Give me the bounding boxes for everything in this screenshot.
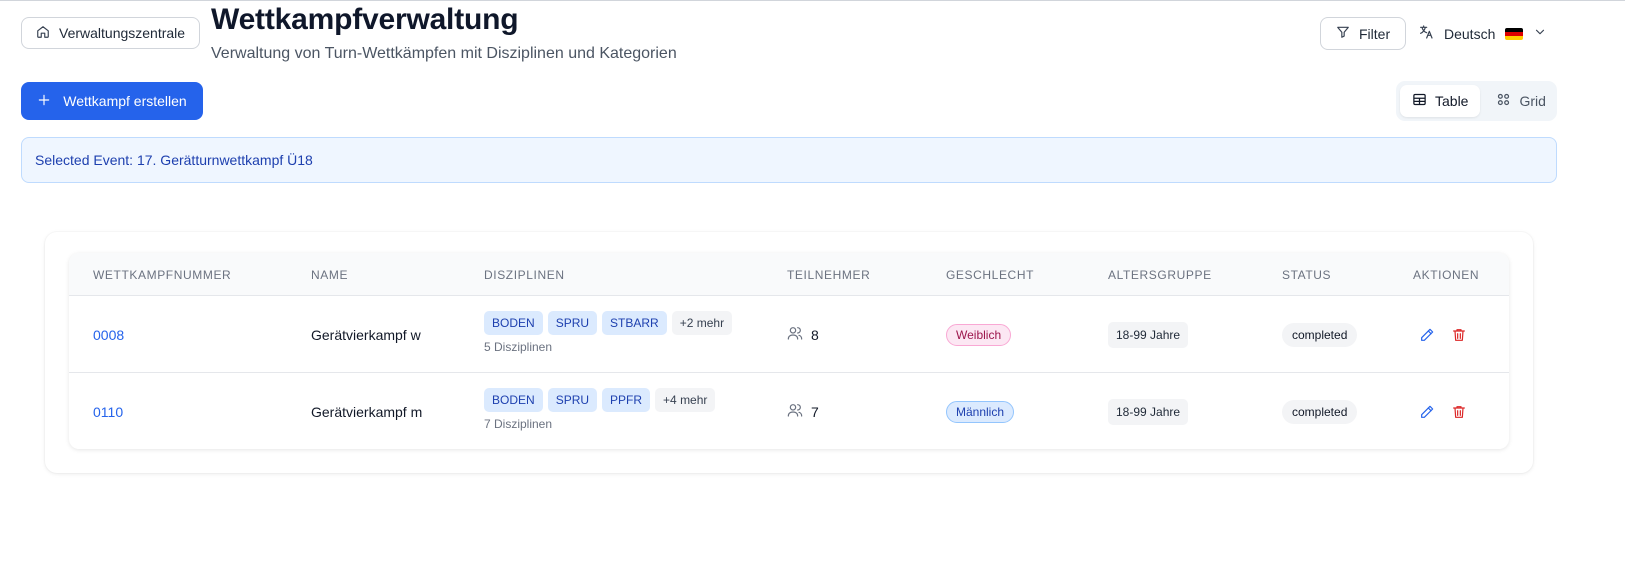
age-group-badge: 18-99 Jahre xyxy=(1108,321,1189,348)
page-subtitle: Verwaltung von Turn-Wettkämpfen mit Disz… xyxy=(211,45,677,62)
translate-icon xyxy=(1418,24,1434,43)
users-icon xyxy=(787,325,803,344)
more-disciplines-chip: +2 mehr xyxy=(671,311,733,335)
discipline-chip: SPRU xyxy=(547,311,598,335)
plus-icon xyxy=(37,93,51,110)
col-header-participants: TEILNEHMER xyxy=(787,267,871,282)
table-header: WETTKAMPFNUMMER NAME DISZIPLINEN TEILNEH… xyxy=(69,253,1509,296)
german-flag-icon xyxy=(1505,27,1524,40)
language-label: Deutsch xyxy=(1444,25,1496,42)
view-table-button[interactable]: Table xyxy=(1400,85,1481,117)
participant-count: 8 xyxy=(811,326,819,343)
competition-number-link[interactable]: 0008 xyxy=(93,327,124,343)
discipline-chips: BODEN SPRU PPFR +4 mehr xyxy=(484,388,716,412)
edit-icon[interactable] xyxy=(1418,326,1436,344)
chevron-down-icon xyxy=(1533,25,1547,42)
table-icon xyxy=(1412,92,1427,110)
home-button[interactable]: Verwaltungszentrale xyxy=(21,17,201,49)
discipline-chip: SPRU xyxy=(547,388,598,412)
discipline-chip: STBARR xyxy=(602,311,667,335)
table-row[interactable]: 0110 Gerätvierkampf m BODEN SPRU PPFR +4… xyxy=(69,373,1509,449)
gender-badge: Männlich xyxy=(946,400,1015,423)
delete-icon[interactable] xyxy=(1450,326,1468,344)
home-button-label: Verwaltungszentrale xyxy=(59,25,186,41)
users-icon xyxy=(787,402,803,421)
grid-icon xyxy=(1496,92,1511,110)
view-grid-label: Grid xyxy=(1519,93,1546,109)
filter-label: Filter xyxy=(1359,25,1391,42)
col-header-actions: AKTIONEN xyxy=(1413,267,1480,282)
edit-icon[interactable] xyxy=(1418,403,1436,421)
delete-icon[interactable] xyxy=(1450,403,1468,421)
col-header-status: STATUS xyxy=(1282,267,1332,282)
discipline-chips: BODEN SPRU STBARR +2 mehr xyxy=(484,311,733,335)
language-select[interactable]: Deutsch xyxy=(1418,17,1547,50)
gender-badge: Weiblich xyxy=(946,323,1012,346)
selected-event-text: Selected Event: 17. Gerätturnwettkampf Ü… xyxy=(35,152,313,168)
more-disciplines-chip: +4 mehr xyxy=(655,388,716,412)
discipline-chip: PPFR xyxy=(602,388,651,412)
discipline-count: 5 Disziplinen xyxy=(484,340,553,354)
competition-number-link[interactable]: 0110 xyxy=(93,404,123,420)
discipline-chip: BODEN xyxy=(484,311,543,335)
status-badge: completed xyxy=(1282,322,1358,347)
create-button-label: Wettkampf erstellen xyxy=(63,93,187,109)
discipline-chip: BODEN xyxy=(484,388,543,412)
participant-count: 7 xyxy=(811,403,819,420)
col-header-number: WETTKAMPFNUMMER xyxy=(93,267,232,282)
competitions-table: WETTKAMPFNUMMER NAME DISZIPLINEN TEILNEH… xyxy=(69,253,1509,449)
home-icon xyxy=(36,25,50,42)
selected-event-banner: Selected Event: 17. Gerätturnwettkampf Ü… xyxy=(21,137,1557,183)
competition-name: Gerätvierkampf w xyxy=(311,326,421,343)
view-table-label: Table xyxy=(1435,93,1469,109)
filter-icon xyxy=(1336,25,1350,42)
top-divider xyxy=(0,0,1625,1)
table-row[interactable]: 0008 Gerätvierkampf w BODEN SPRU STBARR … xyxy=(69,296,1509,373)
col-header-name: NAME xyxy=(311,267,349,282)
col-header-disciplines: DISZIPLINEN xyxy=(484,267,565,282)
age-group-badge: 18-99 Jahre xyxy=(1108,398,1189,425)
create-competition-button[interactable]: Wettkampf erstellen xyxy=(21,82,203,120)
col-header-gender: GESCHLECHT xyxy=(946,267,1035,282)
view-toggle: Table Grid xyxy=(1396,81,1557,121)
view-grid-button[interactable]: Grid xyxy=(1484,85,1557,117)
discipline-count: 7 Disziplinen xyxy=(484,417,553,431)
status-badge: completed xyxy=(1282,399,1358,424)
filter-button[interactable]: Filter xyxy=(1320,17,1407,50)
competition-name: Gerätvierkampf m xyxy=(311,403,423,420)
page-title: Wettkampfverwaltung xyxy=(211,3,519,36)
col-header-age-group: ALTERSGRUPPE xyxy=(1108,267,1212,282)
